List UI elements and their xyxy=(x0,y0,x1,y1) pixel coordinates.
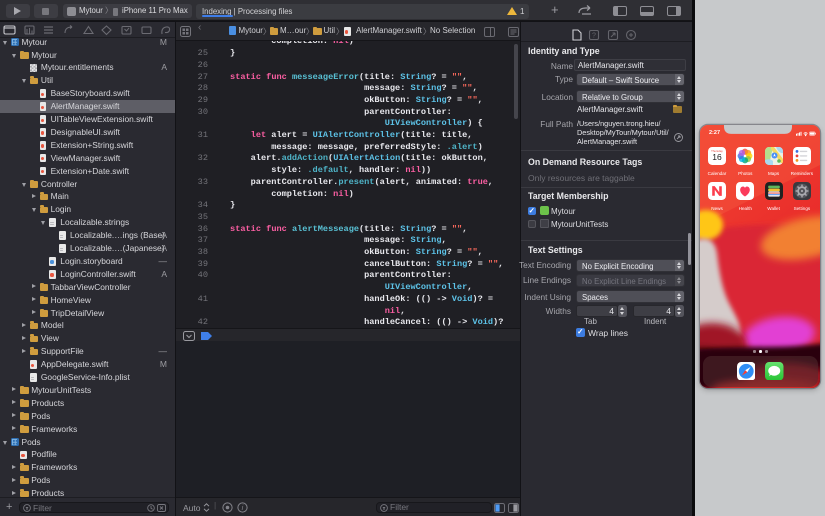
svg-text:i: i xyxy=(242,503,244,512)
svg-text:?: ? xyxy=(592,33,596,40)
